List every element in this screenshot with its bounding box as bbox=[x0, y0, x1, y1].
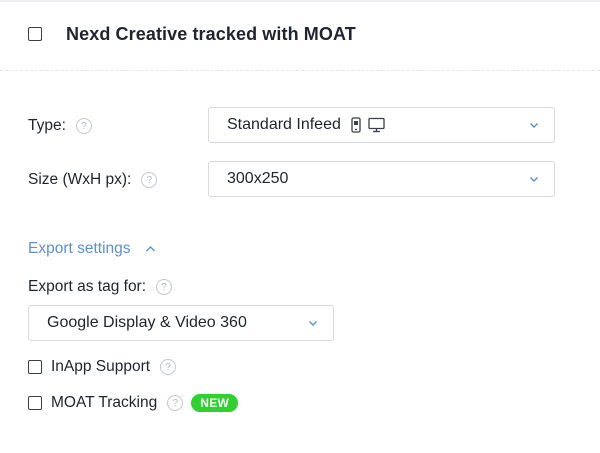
help-icon[interactable]: ? bbox=[160, 359, 177, 375]
help-icon[interactable]: ? bbox=[75, 118, 92, 134]
moat-tracked-header: Nexd Creative tracked with MOAT bbox=[28, 22, 356, 46]
export-tag-label: Export as tag for: bbox=[28, 278, 147, 295]
size-select[interactable]: 300x250 bbox=[208, 161, 555, 197]
new-badge: NEW bbox=[191, 394, 239, 412]
moat-tracking-option: MOAT Tracking ? NEW bbox=[28, 393, 239, 413]
desktop-monitor-icon bbox=[368, 117, 385, 133]
type-select-value: Standard Infeed bbox=[227, 116, 341, 133]
type-field-label-group: Type: ? bbox=[28, 116, 92, 136]
mobile-device-icon bbox=[351, 117, 361, 133]
export-tag-select[interactable]: Google Display & Video 360 bbox=[28, 305, 334, 341]
moat-tracked-checkbox[interactable] bbox=[28, 27, 42, 41]
top-divider bbox=[0, 0, 600, 2]
help-icon[interactable]: ? bbox=[156, 279, 173, 295]
size-field-label-group: Size (WxH px): ? bbox=[28, 170, 158, 190]
size-select-value: 300x250 bbox=[227, 170, 289, 187]
export-settings-label: Export settings bbox=[28, 240, 131, 257]
chevron-down-icon bbox=[530, 123, 538, 128]
export-tag-label-group: Export as tag for: ? bbox=[28, 277, 173, 297]
inapp-support-option: InApp Support ? bbox=[28, 357, 177, 377]
moat-tracking-label: MOAT Tracking bbox=[51, 394, 158, 411]
export-tag-select-value: Google Display & Video 360 bbox=[47, 314, 247, 331]
moat-tracking-checkbox[interactable] bbox=[28, 396, 42, 410]
type-select[interactable]: Standard Infeed bbox=[208, 107, 555, 143]
inapp-support-label: InApp Support bbox=[51, 358, 151, 375]
size-label: Size (WxH px): bbox=[28, 171, 132, 188]
chevron-up-icon bbox=[145, 246, 155, 252]
export-settings-toggle[interactable]: Export settings bbox=[28, 240, 156, 258]
chevron-down-icon bbox=[309, 321, 317, 326]
section-divider bbox=[0, 70, 600, 71]
inapp-support-checkbox[interactable] bbox=[28, 360, 42, 374]
device-icons bbox=[351, 117, 385, 133]
header-title: Nexd Creative tracked with MOAT bbox=[66, 23, 356, 44]
type-label: Type: bbox=[28, 117, 66, 134]
help-icon[interactable]: ? bbox=[167, 395, 184, 411]
help-icon[interactable]: ? bbox=[141, 172, 158, 188]
chevron-down-icon bbox=[530, 177, 538, 182]
